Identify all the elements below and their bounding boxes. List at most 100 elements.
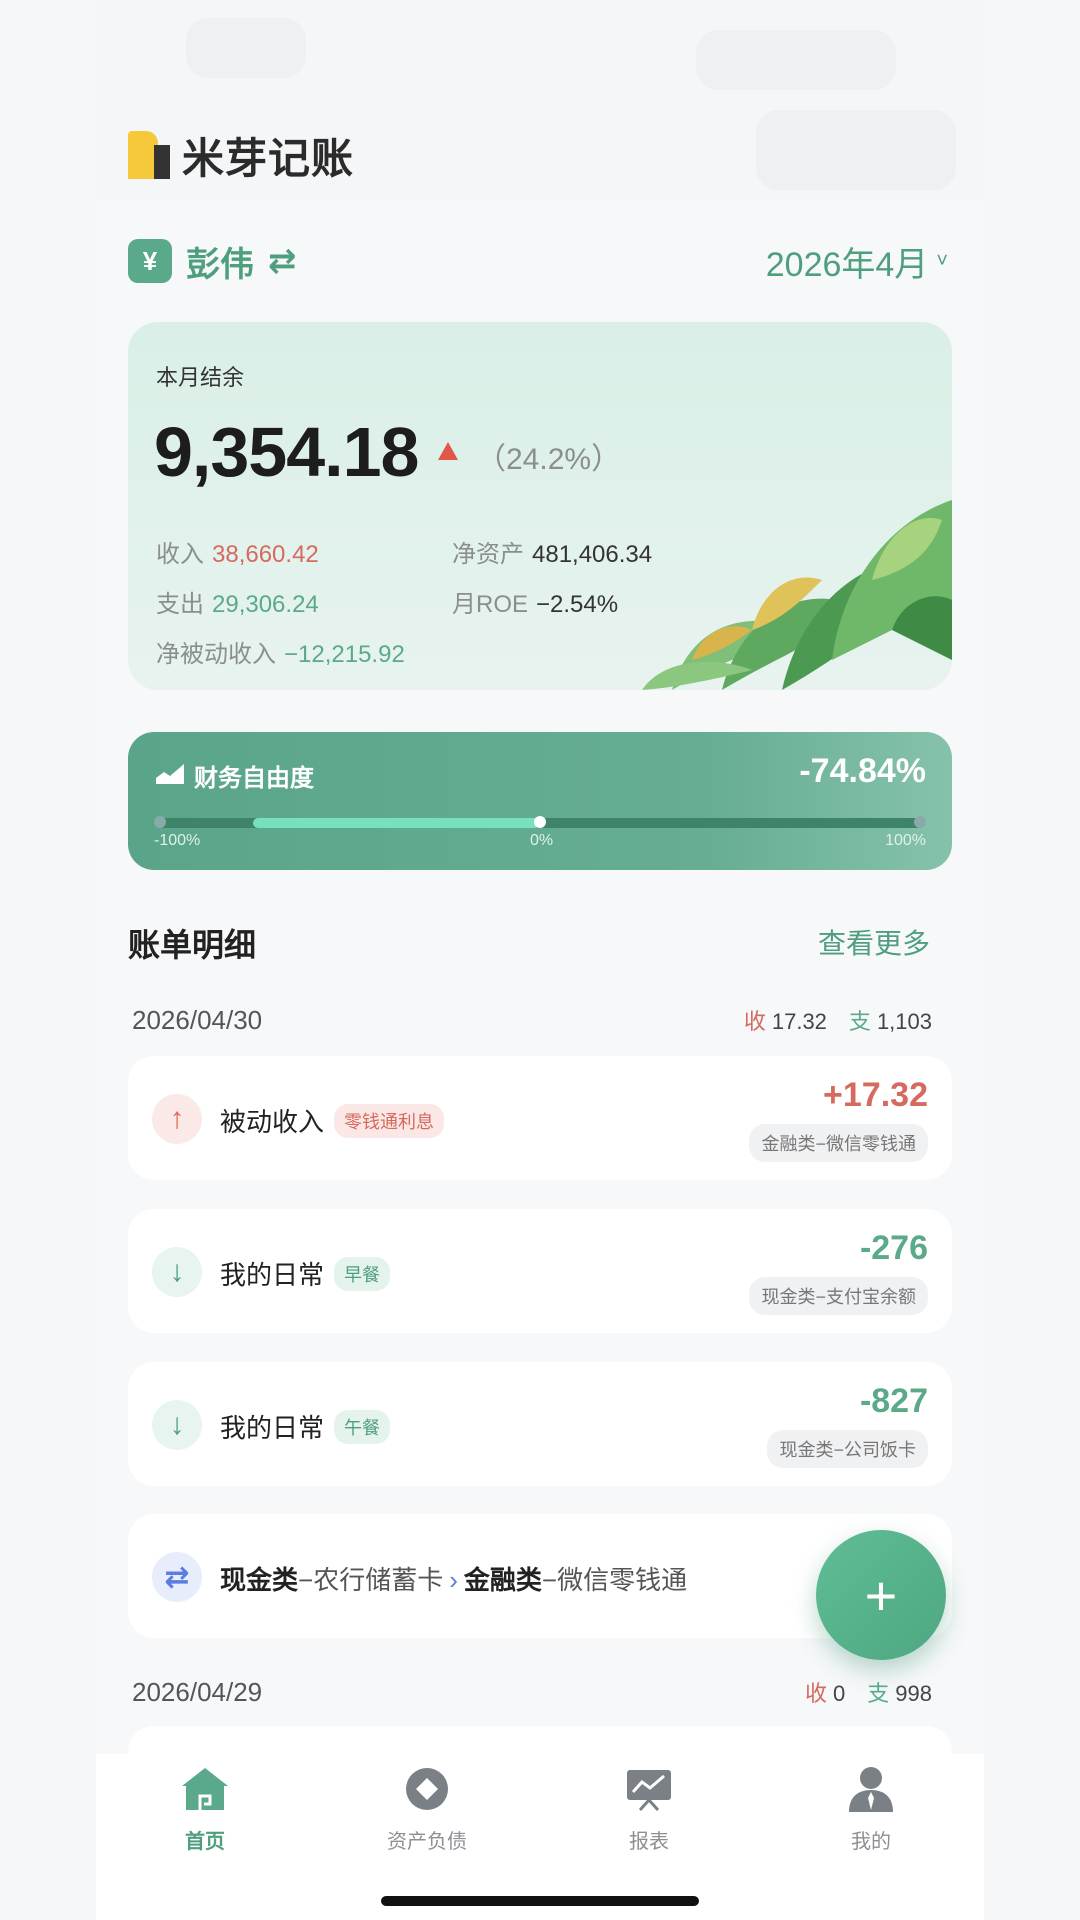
roe-label: 月ROE bbox=[452, 591, 529, 618]
to-account: −微信零钱通 bbox=[541, 1565, 688, 1595]
transaction-amount: +17.32 bbox=[823, 1076, 928, 1114]
transaction-account: 现金类−公司饭卡 bbox=[767, 1430, 928, 1468]
account-switcher[interactable]: ¥ 彭伟 ⇄ bbox=[128, 237, 297, 286]
income-total-label: 收 bbox=[743, 1009, 766, 1034]
category-label: 我的日常 bbox=[220, 1260, 325, 1290]
expense-total-label: 支 bbox=[848, 1009, 871, 1034]
category-label: 被动收入 bbox=[220, 1107, 325, 1137]
app-logo: 米芽记账 bbox=[128, 130, 354, 182]
income-value: 38,660.42 bbox=[212, 541, 319, 568]
tab-balance-sheet[interactable]: 资产负债 bbox=[352, 1764, 502, 1854]
freedom-progress-track bbox=[154, 816, 926, 828]
expense-value: 29,306.24 bbox=[212, 591, 319, 618]
transaction-item[interactable]: ↓ 我的日常 午餐 -827 现金类−公司饭卡 bbox=[128, 1362, 952, 1486]
home-icon bbox=[182, 1768, 228, 1810]
net-asset-label: 净资产 bbox=[452, 541, 524, 568]
to-account-type: 金融类 bbox=[463, 1565, 542, 1595]
date-label: 2026/04/29 bbox=[132, 1676, 263, 1707]
freedom-value: -74.84% bbox=[799, 752, 926, 790]
account-name: 彭伟 bbox=[186, 245, 254, 284]
expense-total: 998 bbox=[895, 1681, 932, 1706]
chevron-right-icon: › bbox=[449, 1565, 458, 1595]
roe-value: −2.54% bbox=[536, 591, 619, 618]
transaction-category: 我的日常 午餐 bbox=[220, 1408, 391, 1445]
month-label: 2026年4月 bbox=[765, 245, 929, 284]
transaction-amount: -276 bbox=[859, 1229, 928, 1267]
blurred-region bbox=[186, 18, 306, 78]
balance-change-pct: （24.2%） bbox=[476, 443, 622, 476]
transaction-account: 金融类−微信零钱通 bbox=[749, 1124, 928, 1162]
freedom-title: 财务自由度 bbox=[194, 765, 314, 792]
track-start-dot bbox=[154, 816, 166, 828]
tab-report[interactable]: 报表 bbox=[574, 1764, 724, 1854]
track-center-dot bbox=[534, 816, 546, 828]
account-row: ¥ 彭伟 ⇄ 2026年4月 ˅ bbox=[128, 236, 948, 286]
balance-amount: 9,354.18 bbox=[154, 413, 419, 491]
tab-label: 资产负债 bbox=[387, 1831, 467, 1853]
view-more-link[interactable]: 查看更多 bbox=[818, 922, 930, 962]
blurred-region bbox=[696, 30, 896, 90]
date-label: 2026/04/30 bbox=[132, 1004, 263, 1035]
add-transaction-button[interactable]: + bbox=[816, 1530, 946, 1660]
day-totals: 收0 支 998 bbox=[805, 1676, 932, 1708]
expense-label: 支出 bbox=[156, 591, 204, 618]
transaction-item[interactable]: ↑ 被动收入 零钱通利息 +17.32 金融类−微信零钱通 bbox=[128, 1056, 952, 1180]
date-header: 2026/04/30 收 17.32 支 1,103 bbox=[132, 1000, 932, 1040]
arrow-up-icon: ↑ bbox=[152, 1094, 202, 1144]
home-indicator bbox=[381, 1896, 699, 1906]
tab-label: 首页 bbox=[185, 1831, 225, 1853]
month-selector[interactable]: 2026年4月 ˅ bbox=[766, 237, 948, 286]
transaction-amount: -827 bbox=[859, 1382, 928, 1420]
app-name: 米芽记账 bbox=[182, 134, 355, 182]
transaction-category: 被动收入 零钱通利息 bbox=[220, 1102, 445, 1139]
balance-sheet-icon bbox=[406, 1768, 448, 1810]
tick-mid: 0% bbox=[530, 832, 554, 849]
transfer-description: 现金类−农行储蓄卡 › 金融类−微信零钱通 bbox=[220, 1560, 687, 1597]
financial-freedom-card[interactable]: 财务自由度 -74.84% -100% 0% 100% bbox=[128, 732, 952, 870]
area-chart-icon bbox=[156, 764, 184, 784]
transaction-tag: 零钱通利息 bbox=[334, 1103, 445, 1138]
income-total: 17.32 bbox=[771, 1009, 827, 1034]
track-end-dot bbox=[914, 816, 926, 828]
logo-mark-icon bbox=[128, 131, 172, 179]
tick-min: -100% bbox=[154, 832, 201, 849]
swap-icon[interactable]: ⇄ bbox=[268, 241, 297, 281]
transaction-account: 现金类−支付宝余额 bbox=[749, 1277, 928, 1315]
arrow-down-icon: ↓ bbox=[152, 1247, 202, 1297]
expense-stat: 支出 29,306.24 bbox=[156, 584, 319, 619]
from-account-type: 现金类 bbox=[220, 1565, 299, 1595]
report-icon bbox=[627, 1770, 671, 1812]
freedom-progress-fill bbox=[252, 818, 540, 828]
balance-label: 本月结余 bbox=[156, 365, 245, 390]
transaction-tag: 午餐 bbox=[334, 1409, 391, 1444]
tick-max: 100% bbox=[885, 832, 926, 849]
transaction-item[interactable]: ↓ 我的日常 早餐 -276 现金类−支付宝余额 bbox=[128, 1209, 952, 1333]
app-frame: 米芽记账 ¥ 彭伟 ⇄ 2026年4月 ˅ 本月结余 9,354.18 （24.… bbox=[96, 0, 984, 1920]
tab-profile[interactable]: 我的 bbox=[796, 1764, 946, 1854]
blurred-region bbox=[756, 110, 956, 190]
bills-title: 账单明细 bbox=[128, 927, 257, 963]
expense-total-label: 支 bbox=[867, 1681, 890, 1706]
transaction-category: 我的日常 早餐 bbox=[220, 1255, 391, 1292]
tab-home[interactable]: 首页 bbox=[130, 1764, 280, 1854]
passive-income-stat: 净被动收入 −12,215.92 bbox=[156, 634, 405, 669]
yen-icon: ¥ bbox=[128, 239, 172, 283]
balance-card[interactable]: 本月结余 9,354.18 （24.2%） 收入 38,660.42 支出 29,3… bbox=[128, 322, 952, 690]
day-totals: 收 17.32 支 1,103 bbox=[744, 1004, 932, 1036]
tab-label: 报表 bbox=[629, 1831, 669, 1853]
arrow-down-icon: ↓ bbox=[152, 1400, 202, 1450]
leaves-illustration bbox=[642, 500, 952, 690]
passive-income-label: 净被动收入 bbox=[156, 641, 276, 668]
category-label: 我的日常 bbox=[220, 1413, 325, 1443]
income-label: 收入 bbox=[156, 541, 204, 568]
income-total: 0 bbox=[833, 1681, 846, 1706]
tab-label: 我的 bbox=[851, 1831, 891, 1853]
passive-income-value: −12,215.92 bbox=[284, 641, 405, 668]
trend-up-icon bbox=[438, 442, 458, 460]
income-stat: 收入 38,660.42 bbox=[156, 534, 319, 569]
roe-stat: 月ROE −2.54% bbox=[452, 584, 618, 619]
transaction-tag: 早餐 bbox=[334, 1256, 391, 1291]
net-asset-stat: 净资产 481,406.34 bbox=[452, 534, 652, 569]
income-total-label: 收 bbox=[805, 1681, 828, 1706]
from-account: −农行储蓄卡 bbox=[298, 1565, 444, 1595]
